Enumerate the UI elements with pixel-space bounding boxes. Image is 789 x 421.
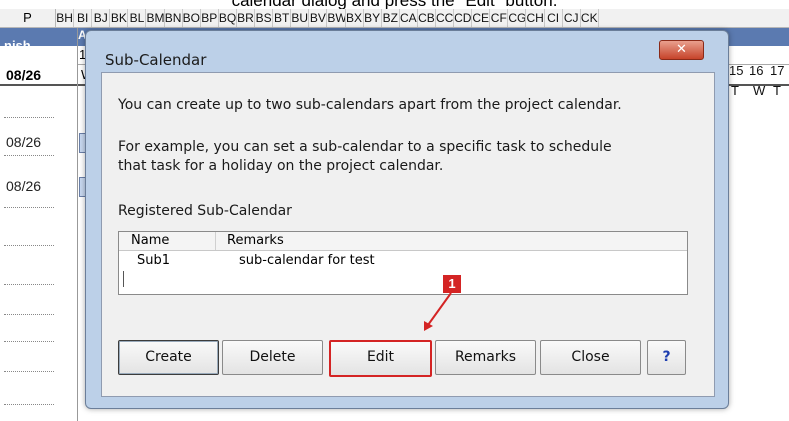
callout-arrow-icon — [424, 292, 452, 331]
